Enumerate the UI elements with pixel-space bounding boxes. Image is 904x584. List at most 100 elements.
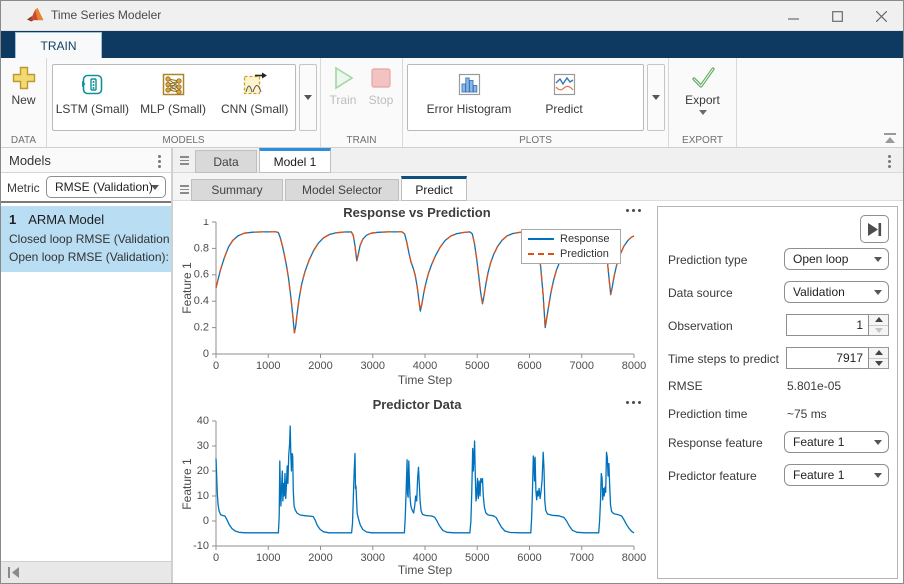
models-panel-title: Models xyxy=(9,153,51,168)
svg-text:0: 0 xyxy=(203,348,209,360)
hamburger-icon[interactable] xyxy=(180,185,189,194)
data-source-dropdown[interactable]: Validation xyxy=(784,281,889,303)
predict-icon xyxy=(551,71,578,98)
svg-text:1: 1 xyxy=(203,219,209,228)
svg-text:0.8: 0.8 xyxy=(194,242,209,254)
app-window: Time Series Modeler TRAIN New DATA xyxy=(0,0,904,584)
data-source-value: Validation xyxy=(793,285,845,299)
tab-train[interactable]: TRAIN xyxy=(15,32,102,58)
caret-down-icon xyxy=(151,185,159,190)
tab-data[interactable]: Data xyxy=(195,150,257,173)
collapse-panel-icon[interactable] xyxy=(8,567,20,578)
hamburger-icon[interactable] xyxy=(180,156,189,165)
train-button[interactable]: Train xyxy=(325,65,361,107)
export-dropdown-caret[interactable] xyxy=(699,110,707,115)
response-vs-prediction-chart: Response vs Prediction 01000200030004000… xyxy=(177,203,657,393)
observation-label: Observation xyxy=(668,319,733,333)
export-button[interactable]: Export xyxy=(669,65,736,115)
time-steps-up-button[interactable] xyxy=(869,348,888,358)
model-name: ARMA Model xyxy=(28,212,104,227)
observation-up-button[interactable] xyxy=(869,315,888,325)
predict-content: Response vs Prediction 01000200030004000… xyxy=(173,201,903,583)
caret-down-icon xyxy=(874,257,882,262)
cnn-small-button[interactable]: CNN (Small) xyxy=(214,65,295,116)
svg-text:0: 0 xyxy=(213,360,219,372)
collapse-ribbon-icon[interactable] xyxy=(883,133,897,144)
svg-text:-10: -10 xyxy=(193,540,209,552)
lstm-icon xyxy=(79,71,106,98)
model-detail-1: Closed loop RMSE (Validation xyxy=(9,230,171,248)
minimize-icon xyxy=(788,11,799,22)
svg-text:1000: 1000 xyxy=(256,360,280,372)
run-prediction-button[interactable] xyxy=(860,215,889,243)
response-line-swatch xyxy=(528,238,554,240)
observation-down-button[interactable] xyxy=(869,325,888,336)
chart1-title: Response vs Prediction xyxy=(207,205,627,220)
prediction-type-dropdown[interactable]: Open loop xyxy=(784,248,889,270)
ellipsis-icon[interactable] xyxy=(626,401,641,404)
legend-response-label: Response xyxy=(560,233,610,245)
prediction-line-swatch xyxy=(528,253,554,255)
models-panel: Models Metric RMSE (Validation) 1 ARMA Mo… xyxy=(1,148,171,583)
mlp-icon xyxy=(160,71,187,98)
plots-gallery-dropdown[interactable] xyxy=(647,64,665,131)
kebab-icon[interactable] xyxy=(158,155,161,168)
ribbon-tabstrip: TRAIN xyxy=(1,31,903,58)
model-list-item-selected[interactable]: 1 ARMA Model Closed loop RMSE (Validation… xyxy=(1,206,171,272)
kebab-icon[interactable] xyxy=(888,155,891,168)
maximize-icon xyxy=(832,11,843,22)
window-title: Time Series Modeler xyxy=(51,8,161,22)
train-label: Train xyxy=(330,94,357,107)
section-label-train: TRAIN xyxy=(321,135,402,146)
section-export: Export EXPORT xyxy=(669,58,737,147)
chart2-title: Predictor Data xyxy=(207,397,627,412)
svg-text:10: 10 xyxy=(197,490,209,502)
predictor-feature-dropdown[interactable]: Feature 1 xyxy=(784,464,889,486)
new-label: New xyxy=(11,94,35,107)
tab-predict[interactable]: Predict xyxy=(401,176,467,201)
new-button[interactable]: New xyxy=(1,65,46,107)
svg-text:7000: 7000 xyxy=(570,360,594,372)
error-histogram-button[interactable]: Error Histogram xyxy=(426,65,512,116)
chart2-plot: 010002000300040005000600070008000-100102… xyxy=(177,411,657,584)
tab-summary[interactable]: Summary xyxy=(191,179,283,201)
tab-model-1[interactable]: Model 1 xyxy=(259,148,331,173)
metric-label: Metric xyxy=(7,181,40,195)
predictor-data-chart: Predictor Data 0100020003000400050006000… xyxy=(177,395,657,584)
tab-model-selector[interactable]: Model Selector xyxy=(285,179,399,201)
title-bar: Time Series Modeler xyxy=(1,1,903,31)
svg-text:8000: 8000 xyxy=(622,360,646,372)
model-index: 1 xyxy=(9,212,16,227)
ellipsis-icon[interactable] xyxy=(626,209,641,212)
section-label-plots: PLOTS xyxy=(403,135,668,146)
response-feature-dropdown[interactable]: Feature 1 xyxy=(784,431,889,453)
observation-spinner[interactable]: 1 xyxy=(786,314,889,336)
close-button[interactable] xyxy=(859,1,903,31)
predict-plot-button[interactable]: Predict xyxy=(524,65,604,116)
time-steps-field[interactable]: 7917 xyxy=(786,347,869,369)
predictor-feature-label: Predictor feature xyxy=(668,469,757,483)
chart2-xlabel: Time Step xyxy=(216,563,634,577)
lstm-label: LSTM (Small) xyxy=(56,102,129,116)
main-region: Data Model 1 Summary Model Selector Pred… xyxy=(173,148,903,583)
maximize-button[interactable] xyxy=(815,1,859,31)
stop-label: Stop xyxy=(369,94,394,107)
svg-text:4000: 4000 xyxy=(413,360,437,372)
time-steps-down-button[interactable] xyxy=(869,358,888,369)
mlp-label: MLP (Small) xyxy=(140,102,206,116)
model-tab-bar: Summary Model Selector Predict xyxy=(173,173,903,201)
stop-button[interactable]: Stop xyxy=(363,65,399,107)
minimize-button[interactable] xyxy=(771,1,815,31)
models-gallery-dropdown[interactable] xyxy=(299,64,317,131)
svg-text:2000: 2000 xyxy=(308,360,332,372)
matlab-logo xyxy=(27,8,44,24)
observation-field[interactable]: 1 xyxy=(786,314,869,336)
prediction-type-value: Open loop xyxy=(793,252,848,266)
lstm-small-button[interactable]: LSTM (Small) xyxy=(53,65,132,116)
svg-text:40: 40 xyxy=(197,415,209,427)
toolstrip-filler xyxy=(737,58,903,147)
chart1-legend: Response Prediction xyxy=(521,229,621,264)
mlp-small-button[interactable]: MLP (Small) xyxy=(132,65,215,116)
time-steps-spinner[interactable]: 7917 xyxy=(786,347,889,369)
metric-dropdown[interactable]: RMSE (Validation) xyxy=(46,176,166,198)
